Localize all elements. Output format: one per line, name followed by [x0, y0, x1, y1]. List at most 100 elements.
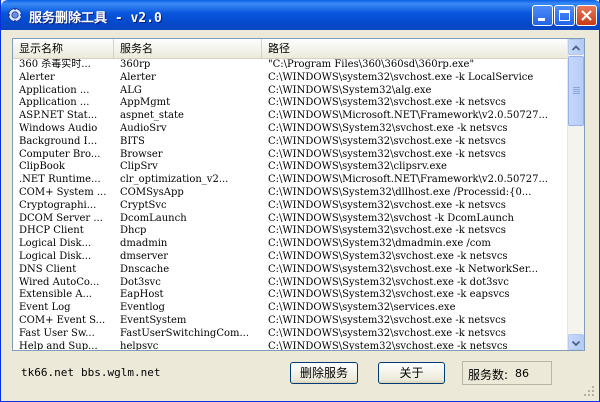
cell-service-name: Dhcp [120, 225, 147, 237]
cell-path: C:\WINDOWS\System32\alg.exe [268, 84, 432, 96]
cell-path: C:\WINDOWS\system32\svchost.exe -k netsv… [268, 135, 506, 147]
cell-service-name: dmadmin [120, 238, 168, 250]
cell-path: C:\WINDOWS\system32\svchost.exe -k Netwo… [268, 263, 539, 275]
cell-service-name: Alerter [120, 71, 156, 83]
cell-path: C:\WINDOWS\System32\svchost.exe -k netsv… [268, 340, 508, 351]
cell-display-name: DNS Client [19, 263, 77, 275]
cell-display-name: Computer Bro... [19, 148, 101, 160]
app-gear-icon [7, 7, 23, 23]
list-row[interactable]: .NET Runtime... clr_optimization_v2... C:\… [13, 174, 569, 187]
list-rows: 360 杀毒实时... 360rp "C:\Program Files\360\36… [13, 59, 569, 351]
cell-service-name: EapHost [120, 289, 164, 301]
column-header-display-name[interactable]: 显示名称 [13, 39, 114, 58]
list-row[interactable]: COM+ Event S... EventSystem C:\WINDOWS\sys… [13, 315, 569, 328]
maximize-icon [559, 10, 570, 21]
arrow-down-icon [571, 340, 581, 347]
list-row[interactable]: 360 杀毒实时... 360rp "C:\Program Files\360\36… [13, 59, 569, 72]
list-row[interactable]: ClipBook ClipSrv C:\WINDOWS\system32\clips… [13, 161, 569, 174]
maximize-button[interactable] [554, 5, 575, 26]
cell-display-name: Background I... [19, 135, 98, 147]
cell-display-name: Fast User Sw... [19, 327, 95, 339]
list-row[interactable]: Computer Bro... Browser C:\WINDOWS\system3… [13, 149, 569, 162]
cell-display-name: Logical Disk... [19, 238, 92, 250]
services-list[interactable]: 显示名称 服务名 路径 360 杀毒实时... 360rp "C:\Program … [12, 38, 585, 351]
cell-display-name: Alerter [19, 71, 55, 83]
cell-service-name: AudioSrv [120, 122, 167, 134]
cell-service-name: 360rp [120, 59, 151, 70]
list-row[interactable]: Logical Disk... dmserver C:\WINDOWS\System… [13, 251, 569, 264]
cell-service-name: clr_optimization_v2... [120, 174, 229, 186]
cell-service-name: helpsvc [120, 340, 159, 351]
column-header-service-name[interactable]: 服务名 [114, 39, 262, 58]
cell-service-name: COMSysApp [120, 186, 184, 198]
window-title: 服务删除工具 - v2.0 [29, 11, 162, 26]
list-row[interactable]: Fast User Sw... FastUserSwitchingCom... C:… [13, 328, 569, 341]
list-row[interactable]: Application ... AppMgmt C:\WINDOWS\system3… [13, 97, 569, 110]
list-row[interactable]: COM+ System ... COMSysApp C:\WINDOWS\Syste… [13, 187, 569, 200]
vertical-scrollbar[interactable] [567, 39, 584, 350]
cell-service-name: CryptSvc [120, 199, 167, 211]
forum-link[interactable]: bbs.wglm.net [81, 366, 160, 379]
column-header-path[interactable]: 路径 [262, 39, 569, 58]
cell-service-name: dmserver [120, 250, 169, 262]
cell-path: C:\WINDOWS\system32\services.exe [268, 302, 456, 314]
cell-path: C:\WINDOWS\system32\svchost.exe -k netsv… [268, 314, 506, 326]
cell-display-name: Application ... [19, 84, 90, 96]
cell-display-name: .NET Runtime... [19, 174, 101, 186]
list-row[interactable]: Background I... BITS C:\WINDOWS\system32\s… [13, 136, 569, 149]
scroll-down-button[interactable] [568, 334, 584, 350]
cell-path: C:\WINDOWS\System32\dllhost.exe /Process… [268, 186, 532, 198]
cell-path: C:\WINDOWS\system32\svchost.exe -k netsv… [268, 327, 506, 339]
cell-display-name: Application ... [19, 97, 90, 109]
list-row[interactable]: DCOM Server ... DcomLaunch C:\WINDOWS\syst… [13, 213, 569, 226]
cell-service-name: EventSystem [120, 314, 187, 326]
list-row[interactable]: Application ... ALG C:\WINDOWS\System32\al… [13, 85, 569, 98]
cell-display-name: Windows Audio [19, 122, 98, 134]
list-row[interactable]: Cryptographi... CryptSvc C:\WINDOWS\system… [13, 200, 569, 213]
cell-service-name: ClipSrv [120, 161, 158, 173]
cell-service-name: Eventlog [120, 302, 165, 314]
list-row[interactable]: Event Log Eventlog C:\WINDOWS\system32\ser… [13, 302, 569, 315]
about-button[interactable]: 关于 [378, 362, 445, 384]
minimize-button[interactable] [532, 5, 553, 26]
cell-path: C:\WINDOWS\System32\svchost.exe -k dot3s… [268, 276, 509, 288]
list-row[interactable]: DNS Client Dnscache C:\WINDOWS\system32\sv… [13, 264, 569, 277]
delete-service-button[interactable]: 删除服务 [290, 362, 358, 384]
list-row[interactable]: DHCP Client Dhcp C:\WINDOWS\system32\svcho… [13, 225, 569, 238]
cell-display-name: DHCP Client [19, 225, 84, 237]
list-header: 显示名称 服务名 路径 [13, 39, 569, 59]
close-button[interactable] [576, 5, 597, 26]
cell-display-name: 360 杀毒实时... [19, 59, 91, 70]
cell-path: C:\WINDOWS\system32\svchost.exe -k netsv… [268, 199, 506, 211]
scroll-up-button[interactable] [568, 39, 584, 55]
cell-service-name: Dnscache [120, 263, 170, 275]
arrow-up-icon [571, 45, 581, 51]
cell-service-name: aspnet_state [120, 110, 184, 122]
service-count-value: 86 [515, 367, 529, 380]
scroll-thumb[interactable] [568, 56, 584, 126]
resize-grip-icon[interactable] [583, 385, 595, 397]
list-row[interactable]: ASP.NET Stat... aspnet_state C:\WINDOWS\Mi… [13, 110, 569, 123]
list-row[interactable]: Extensible A... EapHost C:\WINDOWS\System3… [13, 289, 569, 302]
cell-path: C:\WINDOWS\System32\svchost.exe -k netsv… [268, 122, 508, 134]
list-row[interactable]: Alerter Alerter C:\WINDOWS\system32\svchos… [13, 72, 569, 85]
cell-display-name: ClipBook [19, 161, 65, 173]
list-row[interactable]: Help and Sup... helpsvc C:\WINDOWS\System3… [13, 340, 569, 351]
cell-display-name: Wired AutoCo... [19, 276, 100, 288]
service-count-label: 服务数: [468, 368, 509, 382]
list-row[interactable]: Wired AutoCo... Dot3svc C:\WINDOWS\System3… [13, 277, 569, 290]
website-link[interactable]: tk66.net [21, 366, 74, 379]
title-bar[interactable]: 服务删除工具 - v2.0 [1, 0, 600, 30]
cell-display-name: COM+ Event S... [19, 314, 106, 326]
cell-path: C:\WINDOWS\Microsoft.NET\Framework\v2.0.… [268, 110, 549, 122]
cell-display-name: Extensible A... [19, 289, 93, 301]
cell-path: C:\WINDOWS\system32\svchost -k DcomLaunc… [268, 212, 514, 224]
cell-path: C:\WINDOWS\system32\clipsrv.exe [268, 161, 447, 173]
list-row[interactable]: Windows Audio AudioSrv C:\WINDOWS\System32… [13, 123, 569, 136]
cell-service-name: Browser [120, 148, 163, 160]
cell-service-name: Dot3svc [120, 276, 161, 288]
cell-service-name: ALG [120, 84, 142, 96]
list-row[interactable]: Logical Disk... dmadmin C:\WINDOWS\System3… [13, 238, 569, 251]
cell-service-name: BITS [120, 135, 145, 147]
main-window: 服务删除工具 - v2.0 显示名称 服务名 路径 360 杀毒实时... 360… [0, 0, 600, 402]
